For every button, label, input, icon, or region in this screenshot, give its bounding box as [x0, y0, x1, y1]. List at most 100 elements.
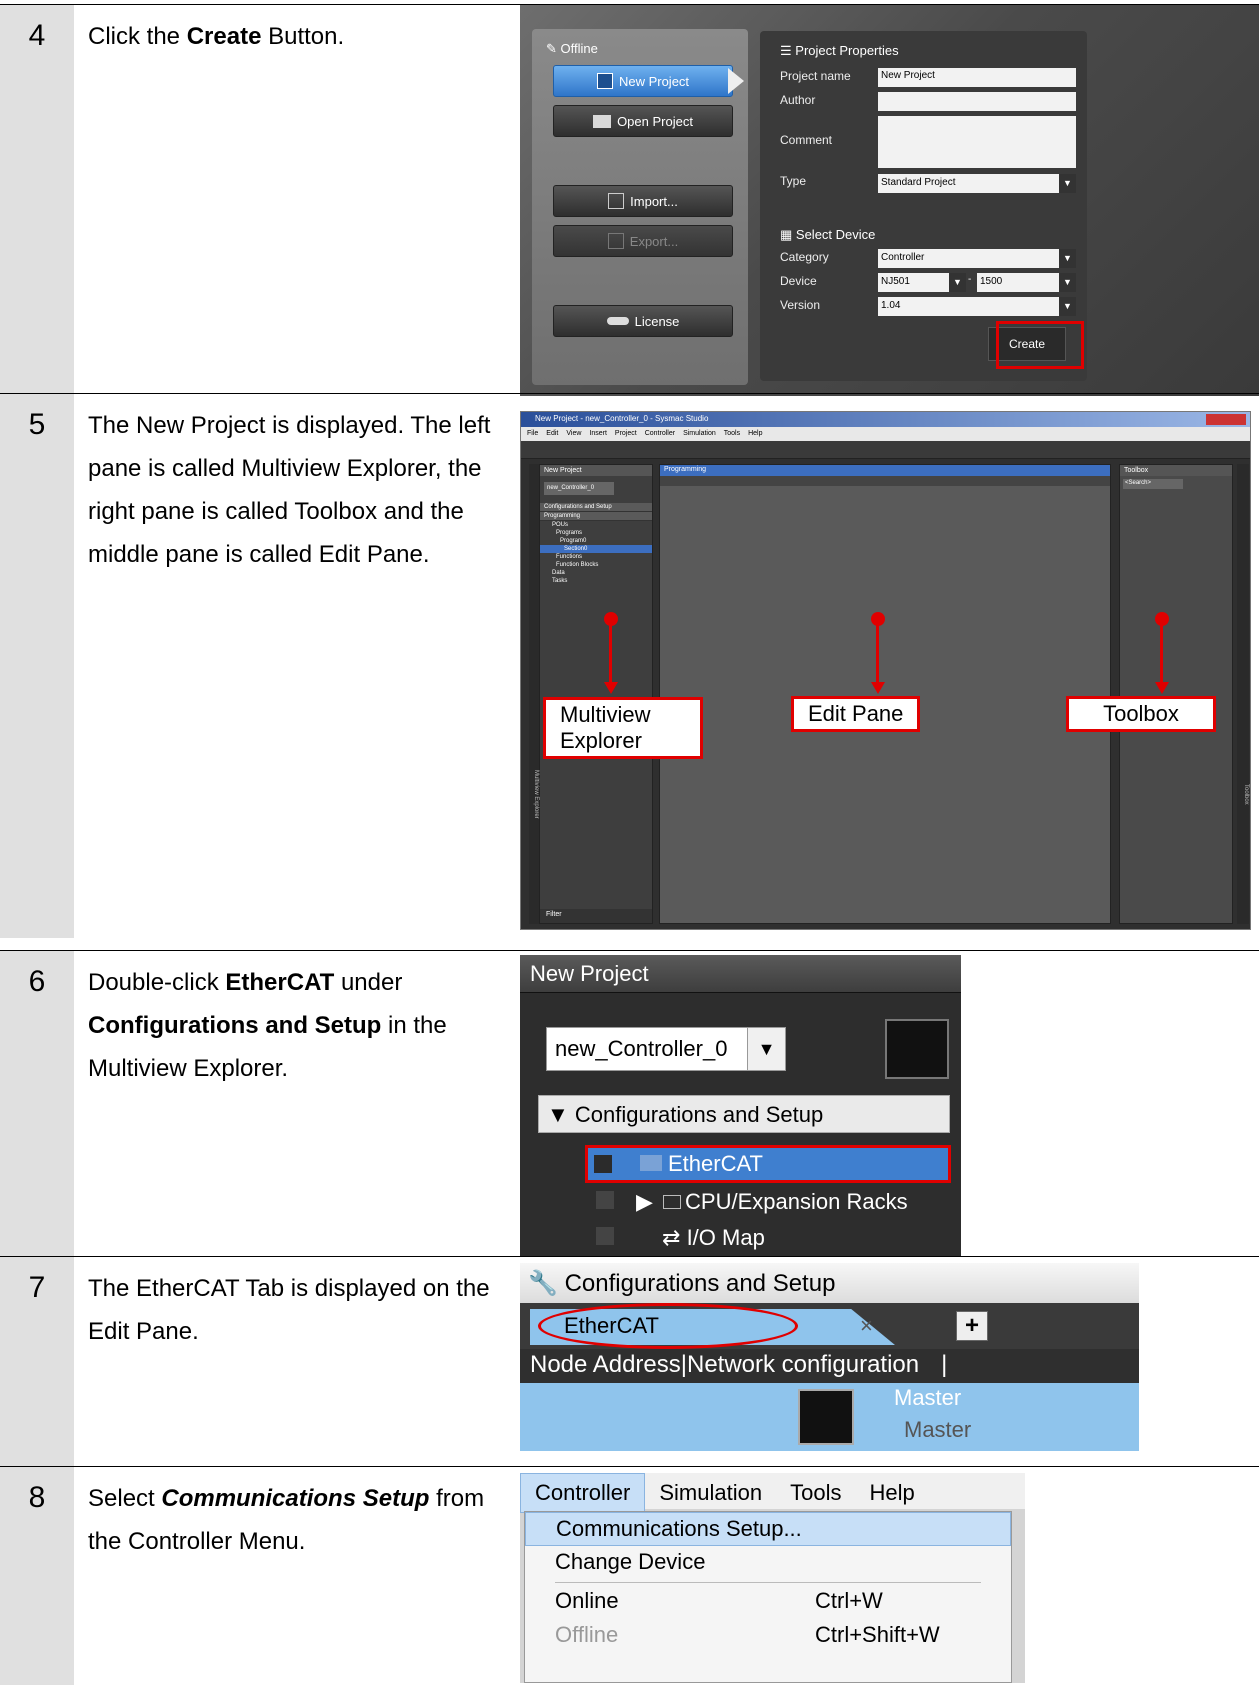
tree-item[interactable]: Functions [540, 553, 652, 561]
author-field[interactable] [878, 92, 1076, 111]
description-text: The New Project is displayed. The left p… [88, 412, 491, 568]
configurations-and-setup-node[interactable]: ▼ Configurations and Setup [538, 1095, 950, 1133]
description-text: under [334, 969, 403, 996]
step-number: 7 [28, 1271, 46, 1304]
offline-label: Offline [560, 41, 598, 56]
menu-controller[interactable]: Controller [520, 1473, 646, 1513]
tree-item[interactable]: Programming [540, 512, 652, 521]
tab-close-icon[interactable]: × [860, 1313, 873, 1339]
new-project-label: New Project [618, 73, 690, 89]
master-row[interactable]: Master Master [520, 1383, 1139, 1451]
description-text: EtherCAT [225, 969, 335, 996]
import-label: Import... [630, 193, 678, 209]
tree-item[interactable]: Data [540, 569, 652, 577]
controller-select[interactable]: new_Controller_0 ▼ [546, 1027, 786, 1071]
callout-pin-line [876, 622, 879, 684]
toolbox-sidebar[interactable]: Toolbox [1237, 464, 1249, 924]
version-select[interactable]: 1.04 ▼ [878, 297, 1076, 316]
menu-item[interactable]: Simulation [683, 430, 716, 437]
io-map-icon: ⇄ [662, 1225, 681, 1250]
step-number-cell: 8 [0, 1467, 74, 1685]
menu-item-communications-setup[interactable]: Communications Setup... [525, 1512, 1011, 1546]
menu-bar: File Edit View Insert Project Controller Simul… [521, 427, 1250, 441]
menu-item-offline[interactable]: Offline Ctrl+Shift+W [525, 1619, 1011, 1653]
filter-bar[interactable]: Filter [540, 909, 652, 923]
controller-select[interactable]: new_Controller_0 [544, 482, 614, 495]
import-button[interactable]: Import... [553, 185, 733, 217]
select-device-text: Select Device [795, 227, 876, 242]
license-button[interactable]: License [553, 305, 733, 337]
close-icon[interactable] [1206, 414, 1246, 425]
checkbox-icon[interactable] [596, 1227, 614, 1245]
step-row-8: 8 Select Communications Setup from the C… [0, 1466, 1259, 1685]
description-text: The EtherCAT Tab is displayed on the Edi… [88, 1275, 490, 1345]
multiview-explorer-callout: Multiview Explorer [543, 697, 703, 759]
description-text: Create [186, 23, 262, 50]
callout-pin-line [1160, 622, 1163, 684]
toolbox-search[interactable]: <Search> [1123, 479, 1183, 489]
category-label: Category [780, 250, 829, 264]
menu-simulation[interactable]: Simulation [645, 1474, 776, 1512]
chevron-down-icon: ▼ [1059, 174, 1076, 193]
menu-item[interactable]: Help [748, 430, 762, 437]
menu-item[interactable]: File [527, 430, 538, 437]
step-number: 5 [28, 408, 46, 441]
type-select[interactable]: Standard Project ▼ [878, 174, 1076, 193]
project-name-field[interactable]: New Project [878, 68, 1076, 87]
tree-item-cpu-expansion-racks[interactable]: ▶ CPU/Expansion Racks [586, 1185, 948, 1219]
device-model-select[interactable]: 1500 ▼ [977, 273, 1076, 292]
toolbox-callout: Toolbox [1066, 696, 1216, 732]
edit-pane-title: Configurations and Setup [564, 1270, 836, 1297]
tree-item-io-map[interactable]: ⇄ I/O Map [586, 1221, 948, 1255]
menu-item[interactable]: Project [615, 430, 637, 437]
controller-image-icon [885, 1019, 949, 1079]
menu-item-online[interactable]: Online Ctrl+W [525, 1585, 1011, 1619]
menu-item-label: Offline [555, 1622, 619, 1647]
step-description: Select Communications Setup from the Con… [88, 1477, 498, 1563]
device-label: Device [780, 274, 817, 288]
tree-item[interactable]: Programs [540, 529, 652, 537]
multiview-explorer-sidebar[interactable]: Multiview Explorer [529, 464, 539, 924]
tree-item[interactable]: Configurations and Setup [540, 503, 652, 512]
expand-arrow-icon: ▶ [636, 1189, 653, 1214]
menu-help[interactable]: Help [855, 1474, 928, 1512]
menu-item[interactable]: Controller [645, 430, 675, 437]
chevron-down-icon: ▼ [949, 273, 966, 292]
menu-item[interactable]: Insert [589, 430, 607, 437]
step-number-cell: 4 [0, 5, 74, 393]
tree-item[interactable]: Tasks [540, 577, 652, 585]
expand-arrow-icon: ▼ [547, 1102, 569, 1127]
chevron-down-icon: ▼ [1059, 249, 1076, 268]
toolbox-header: Toolbox [1120, 465, 1232, 476]
open-project-button[interactable]: Open Project [553, 105, 733, 137]
tree-item[interactable]: POUs [540, 521, 652, 529]
tree-item[interactable]: Section0 [540, 545, 652, 553]
tree-item[interactable]: Program0 [540, 537, 652, 545]
menu-item[interactable]: View [566, 430, 581, 437]
menu-tools[interactable]: Tools [776, 1474, 855, 1512]
export-label: Export... [629, 233, 679, 249]
menu-item[interactable]: Edit [546, 430, 558, 437]
tree-item[interactable]: Function Blocks [540, 561, 652, 569]
project-name-label: Project name [780, 69, 851, 83]
folder-icon [593, 114, 612, 128]
comment-field[interactable] [878, 116, 1076, 168]
programming-tab[interactable]: Programming [660, 465, 1110, 476]
callout-arrowhead [604, 682, 618, 694]
highlight-create [996, 321, 1084, 369]
edit-pane-header: 🔧 Configurations and Setup [520, 1263, 1139, 1303]
add-tab-button[interactable]: + [956, 1311, 988, 1341]
description-text: Configurations and Setup [88, 1012, 382, 1039]
checkbox-icon[interactable] [596, 1191, 614, 1209]
menu-item-change-device[interactable]: Change Device [525, 1546, 1011, 1580]
step-description: The EtherCAT Tab is displayed on the Edi… [88, 1267, 498, 1353]
chevron-down-icon[interactable]: ▼ [747, 1028, 785, 1070]
category-select[interactable]: Controller ▼ [878, 249, 1076, 268]
new-project-button[interactable]: New Project [553, 65, 733, 97]
project-properties-title-text: Project Properties [795, 43, 899, 58]
step-number-cell: 7 [0, 1257, 74, 1466]
export-button[interactable]: Export... [553, 225, 733, 257]
device-select[interactable]: NJ501 ▼ [878, 273, 966, 292]
menu-item[interactable]: Tools [724, 430, 740, 437]
type-value: Standard Project [881, 177, 956, 188]
